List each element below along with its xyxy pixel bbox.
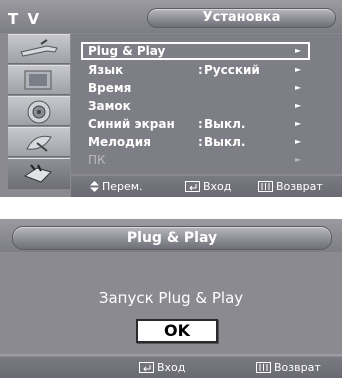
menu-item-label: Замок (88, 99, 131, 113)
enter-hint-label: Вход (203, 180, 232, 193)
colon-separator: : (198, 63, 203, 77)
enter-icon (139, 362, 154, 373)
arrow-right-icon: ► (295, 137, 302, 146)
setup-menu-panel: T V Установка Plug & Play ► Язык : Русск… (0, 0, 342, 197)
enter-hint: Вход (185, 176, 231, 197)
menu-item-label: Синий экран (88, 117, 175, 131)
return-hint-label: Возврат (274, 361, 321, 374)
dialog-title: Plug & Play (12, 226, 332, 250)
menu-item-plug-and-play[interactable]: Plug & Play ► (81, 42, 310, 60)
arrow-right-icon: ► (295, 119, 302, 128)
move-hint: Перем. (90, 176, 143, 197)
menu-item-language[interactable]: Язык : Русский ► (71, 61, 342, 79)
category-icon-column (8, 34, 70, 189)
speaker-icon[interactable] (8, 96, 70, 126)
arrow-right-icon: ► (295, 83, 302, 92)
menu-title: Установка (147, 8, 336, 28)
tv-label: T V (8, 10, 42, 28)
dialog-header: Plug & Play (0, 219, 342, 252)
arrow-right-icon: ► (295, 65, 302, 74)
return-hint-label: Возврат (276, 180, 323, 193)
move-hint-label: Перем. (102, 180, 143, 193)
menu-item-value: Русский (204, 63, 260, 77)
plug-and-play-dialog: Plug & Play Запуск Plug & Play OK Вход В… (0, 219, 342, 378)
enter-icon (185, 181, 200, 192)
menu-footer: Перем. Вход Возврат (71, 176, 342, 197)
menu-item-label: ПК (88, 153, 106, 167)
menu-item-melody[interactable]: Мелодия : Выкл. ► (71, 133, 342, 151)
arrow-right-icon: ► (295, 101, 302, 110)
dialog-footer: Вход Возврат (0, 357, 342, 378)
up-down-icon (90, 181, 99, 192)
menu-item-label: Мелодия (88, 135, 151, 149)
return-hint: Возврат (258, 176, 323, 197)
enter-hint: Вход (139, 357, 185, 378)
arrow-right-icon: ► (295, 46, 302, 55)
menu-item-value: Выкл. (204, 135, 246, 149)
menu-item-label: Язык (88, 63, 124, 77)
menu-item-value: Выкл. (204, 117, 246, 131)
picture-icon[interactable] (8, 65, 70, 95)
colon-separator: : (198, 117, 203, 131)
menu-item-label: Время (88, 81, 132, 95)
colon-separator: : (198, 135, 203, 149)
ok-button[interactable]: OK (136, 319, 218, 343)
menu-list: Plug & Play ► Язык : Русский ► Время ► З… (71, 34, 342, 174)
satellite-icon[interactable] (8, 127, 70, 157)
menu-item-label: Plug & Play (88, 44, 166, 58)
return-icon (258, 181, 273, 192)
menu-header: T V Установка (0, 0, 342, 33)
setup-plug-icon[interactable] (8, 158, 70, 189)
menu-item-blue-screen[interactable]: Синий экран : Выкл. ► (71, 115, 342, 133)
antenna-icon[interactable] (8, 34, 70, 64)
arrow-right-icon: ► (295, 155, 302, 164)
return-hint: Возврат (256, 357, 321, 378)
dialog-message: Запуск Plug & Play (98, 289, 244, 307)
menu-item-time[interactable]: Время ► (71, 79, 342, 97)
return-icon (256, 362, 271, 373)
enter-hint-label: Вход (157, 361, 186, 374)
menu-item-lock[interactable]: Замок ► (71, 97, 342, 115)
menu-item-pc: ПК ► (71, 151, 342, 169)
divider (0, 354, 342, 356)
